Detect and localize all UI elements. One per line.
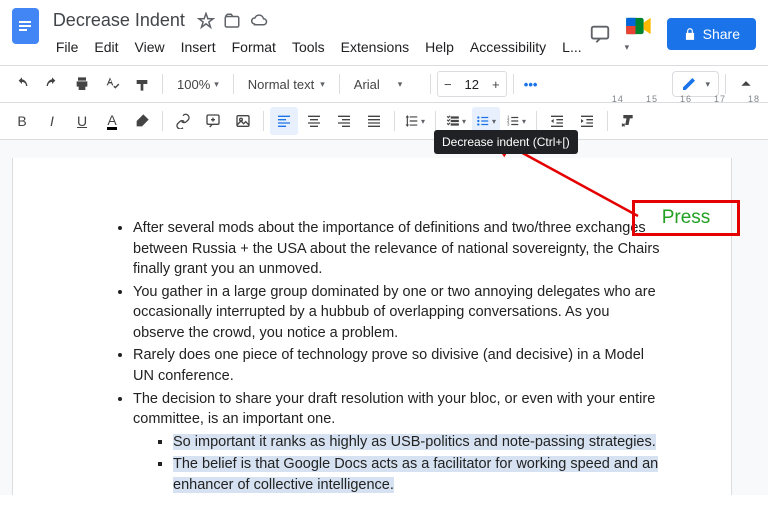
menu-item[interactable]: View	[128, 35, 172, 59]
list-item[interactable]: Rarely does one piece of technology prov…	[133, 345, 661, 386]
underline-button[interactable]: U	[68, 107, 96, 135]
menu-item[interactable]: Insert	[174, 35, 223, 59]
align-left-button[interactable]	[270, 107, 298, 135]
document-canvas: After several mods about the importance …	[0, 140, 768, 495]
list-item[interactable]: The belief is that Google Docs acts as a…	[173, 454, 661, 495]
menu-item[interactable]: Accessibility	[463, 35, 553, 59]
spellcheck-button[interactable]	[98, 70, 126, 98]
menu-item[interactable]: Tools	[285, 35, 332, 59]
font-size-stepper[interactable]: − 12 +	[437, 71, 507, 97]
docs-logo[interactable]	[12, 8, 39, 44]
insert-link-button[interactable]	[169, 107, 197, 135]
print-button[interactable]	[68, 70, 96, 98]
align-right-button[interactable]	[330, 107, 358, 135]
menu-item[interactable]: Help	[418, 35, 461, 59]
bullet-list: After several mods about the importance …	[103, 218, 661, 495]
line-spacing-button[interactable]	[401, 107, 429, 135]
italic-button[interactable]: I	[38, 107, 66, 135]
toolbar-secondary: B I U A 123	[0, 103, 768, 140]
menu-item[interactable]: Extensions	[334, 35, 416, 59]
text-color-button[interactable]: A	[98, 107, 126, 135]
comment-history-icon[interactable]	[589, 23, 611, 45]
menu-item[interactable]: File	[49, 35, 86, 59]
move-icon[interactable]	[223, 12, 241, 30]
add-comment-button[interactable]	[199, 107, 227, 135]
app-header: Decrease Indent File Edit View Insert Fo…	[0, 0, 768, 59]
align-center-button[interactable]	[300, 107, 328, 135]
paint-format-button[interactable]	[128, 70, 156, 98]
font-dropdown[interactable]: Arial▾	[346, 73, 424, 96]
annotation-label: Press	[662, 207, 711, 229]
font-size-decrease[interactable]: −	[438, 72, 458, 96]
zoom-dropdown[interactable]: 100%▾	[169, 73, 227, 96]
list-item[interactable]: So important it ranks as highly as USB-p…	[173, 432, 661, 453]
ruler: 14 15 16 17 18	[612, 94, 760, 104]
document-page[interactable]: After several mods about the importance …	[12, 158, 732, 495]
redo-button[interactable]	[38, 70, 66, 98]
document-title[interactable]: Decrease Indent	[49, 8, 189, 33]
svg-text:3: 3	[507, 122, 510, 127]
list-item[interactable]: After several mods about the importance …	[133, 218, 661, 280]
font-size-value[interactable]: 12	[458, 77, 486, 92]
font-size-increase[interactable]: +	[486, 72, 506, 96]
meet-icon[interactable]: ▾	[625, 14, 653, 53]
star-icon[interactable]	[197, 12, 215, 30]
share-button[interactable]: Share	[667, 18, 756, 50]
share-label: Share	[703, 26, 740, 42]
menu-bar: File Edit View Insert Format Tools Exten…	[49, 35, 589, 59]
bold-button[interactable]: B	[8, 107, 36, 135]
list-item[interactable]: The decision to share your draft resolut…	[133, 389, 661, 495]
menu-item[interactable]: L...	[555, 35, 588, 59]
cloud-status-icon[interactable]	[249, 12, 269, 30]
highlight-button[interactable]	[128, 107, 156, 135]
align-justify-button[interactable]	[360, 107, 388, 135]
tooltip-decrease-indent: Decrease indent (Ctrl+[)	[434, 130, 578, 154]
paragraph-style-dropdown[interactable]: Normal text▾	[240, 73, 333, 96]
insert-image-button[interactable]	[229, 107, 257, 135]
menu-item[interactable]: Format	[225, 35, 283, 59]
menu-item[interactable]: Edit	[87, 35, 125, 59]
nested-bullet-list: So important it ranks as highly as USB-p…	[133, 432, 661, 495]
annotation-callout: Press	[632, 200, 740, 236]
undo-button[interactable]	[8, 70, 36, 98]
clear-formatting-button[interactable]	[614, 107, 642, 135]
more-toolbar-icon[interactable]: •••	[520, 73, 542, 96]
list-item[interactable]: You gather in a large group dominated by…	[133, 282, 661, 344]
